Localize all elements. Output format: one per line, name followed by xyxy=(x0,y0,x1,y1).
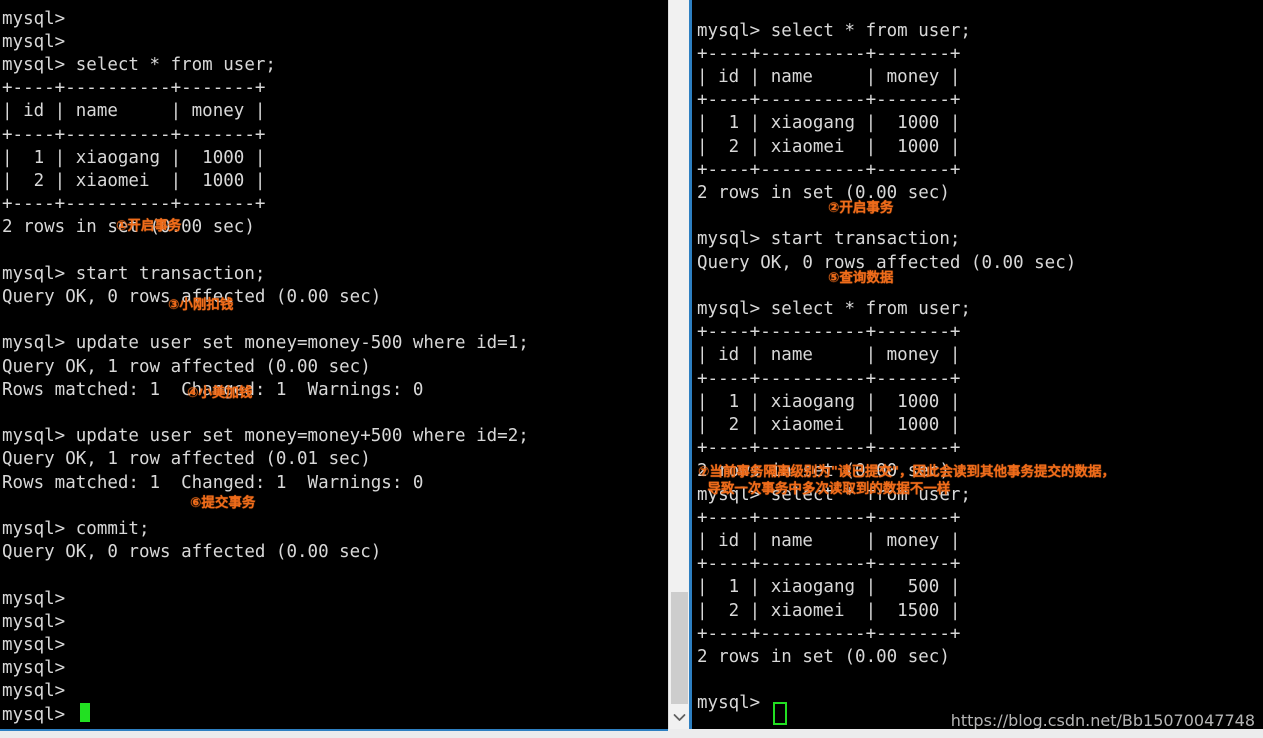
left-terminal-pane[interactable]: mysql> mysql> mysql> select * from user;… xyxy=(0,0,668,729)
annotation-step-5: ⑤查询数据 xyxy=(828,270,894,286)
right-pane-footer-strip xyxy=(689,729,1263,738)
scrollbar-thumb[interactable] xyxy=(671,592,688,704)
annotation-step-4: ④小美加钱 xyxy=(187,385,253,401)
chevron-down-icon[interactable] xyxy=(669,706,689,728)
left-terminal-output: mysql> mysql> mysql> select * from user;… xyxy=(2,8,529,730)
scrollbar-footer-strip xyxy=(668,729,689,738)
left-terminal-cursor xyxy=(80,703,90,722)
right-terminal-pane[interactable]: mysql> select * from user; +----+-------… xyxy=(689,0,1263,729)
left-pane-footer-strip xyxy=(0,731,668,738)
annotation-step-7-line-1: ⑦当前事务隔离级别为"读已提交"，因此会读到其他事务提交的数据， xyxy=(698,464,1115,480)
annotation-step-3: ③小刚扣钱 xyxy=(168,297,234,313)
right-terminal-output: mysql> select * from user; +----+-------… xyxy=(697,20,1077,714)
annotation-step-7-line-2: 导致一次事务中多次读取到的数据不一样 xyxy=(698,481,951,497)
screenshot-root: mysql> mysql> mysql> select * from user;… xyxy=(0,0,1263,738)
annotation-step-2: ②开启事务 xyxy=(828,200,894,216)
vertical-scrollbar[interactable] xyxy=(668,0,689,729)
right-terminal-cursor xyxy=(773,702,787,725)
annotation-step-6: ⑥提交事务 xyxy=(190,495,256,511)
annotation-step-1: ①开启事务 xyxy=(116,218,182,234)
csdn-watermark: https://blog.csdn.net/Bb15070047748 xyxy=(950,711,1255,730)
